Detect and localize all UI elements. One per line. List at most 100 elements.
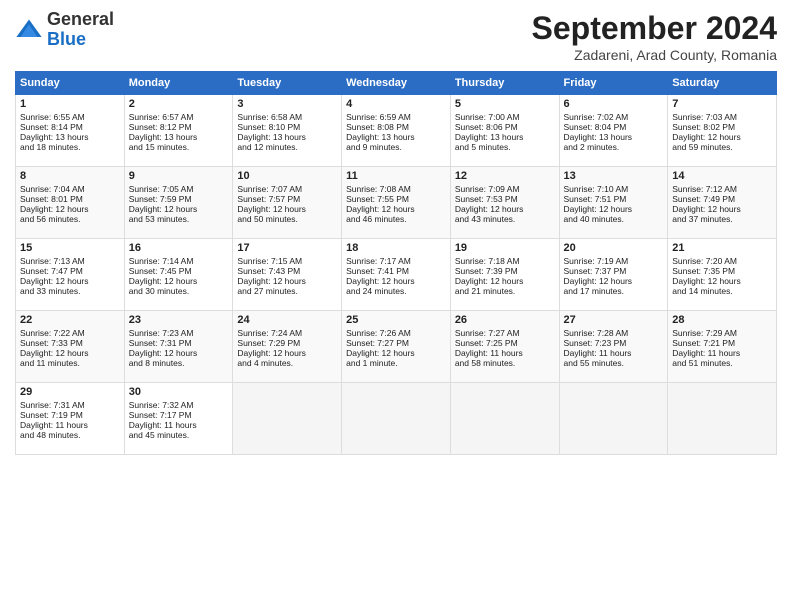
day-info-line: Sunset: 7:57 PM — [237, 194, 337, 204]
day-info-line: Sunrise: 7:23 AM — [129, 328, 229, 338]
day-number: 13 — [564, 170, 664, 182]
day-header: Friday — [559, 72, 668, 95]
month-title: September 2024 — [532, 10, 777, 47]
day-info-line: Sunrise: 7:18 AM — [455, 256, 555, 266]
calendar-cell: 23Sunrise: 7:23 AMSunset: 7:31 PMDayligh… — [124, 311, 233, 383]
day-info-line: Daylight: 12 hours — [346, 348, 446, 358]
day-info-line: Sunrise: 7:08 AM — [346, 184, 446, 194]
day-number: 20 — [564, 242, 664, 254]
logo-general: General — [47, 10, 114, 30]
logo-icon — [15, 16, 43, 44]
day-info-line: Daylight: 13 hours — [346, 132, 446, 142]
day-info-line: Sunrise: 7:20 AM — [672, 256, 772, 266]
day-number: 26 — [455, 314, 555, 326]
day-info-line: Sunrise: 7:24 AM — [237, 328, 337, 338]
day-number: 11 — [346, 170, 446, 182]
day-info-line: Sunrise: 7:27 AM — [455, 328, 555, 338]
calendar-cell — [559, 383, 668, 455]
day-info-line: Sunrise: 7:04 AM — [20, 184, 120, 194]
day-info-line: Sunset: 7:43 PM — [237, 266, 337, 276]
day-number: 17 — [237, 242, 337, 254]
day-info-line: and 14 minutes. — [672, 286, 772, 296]
day-info-line: Sunrise: 7:02 AM — [564, 112, 664, 122]
day-info-line: Daylight: 12 hours — [129, 276, 229, 286]
day-info-line: and 43 minutes. — [455, 214, 555, 224]
day-info-line: Daylight: 11 hours — [672, 348, 772, 358]
day-number: 6 — [564, 98, 664, 110]
day-info-line: and 1 minute. — [346, 358, 446, 368]
day-info-line: Sunset: 7:21 PM — [672, 338, 772, 348]
day-info-line: Sunrise: 6:57 AM — [129, 112, 229, 122]
day-header: Sunday — [16, 72, 125, 95]
day-header: Wednesday — [342, 72, 451, 95]
day-info-line: Sunset: 8:06 PM — [455, 122, 555, 132]
day-info-line: Daylight: 12 hours — [564, 204, 664, 214]
day-info-line: Sunset: 8:04 PM — [564, 122, 664, 132]
day-info-line: Sunset: 7:41 PM — [346, 266, 446, 276]
day-info-line: and 30 minutes. — [129, 286, 229, 296]
logo-blue: Blue — [47, 30, 114, 50]
day-number: 28 — [672, 314, 772, 326]
calendar-cell: 4Sunrise: 6:59 AMSunset: 8:08 PMDaylight… — [342, 95, 451, 167]
day-info-line: Sunrise: 7:22 AM — [20, 328, 120, 338]
day-number: 29 — [20, 386, 120, 398]
day-info-line: Sunset: 8:10 PM — [237, 122, 337, 132]
day-info-line: and 53 minutes. — [129, 214, 229, 224]
day-info-line: Daylight: 12 hours — [20, 276, 120, 286]
day-info-line: Daylight: 11 hours — [455, 348, 555, 358]
day-number: 21 — [672, 242, 772, 254]
calendar-cell: 29Sunrise: 7:31 AMSunset: 7:19 PMDayligh… — [16, 383, 125, 455]
day-info-line: and 59 minutes. — [672, 142, 772, 152]
day-info-line: Sunset: 8:02 PM — [672, 122, 772, 132]
day-info-line: Daylight: 11 hours — [129, 420, 229, 430]
day-number: 15 — [20, 242, 120, 254]
day-info-line: and 4 minutes. — [237, 358, 337, 368]
calendar-cell: 13Sunrise: 7:10 AMSunset: 7:51 PMDayligh… — [559, 167, 668, 239]
calendar-week-row: 1Sunrise: 6:55 AMSunset: 8:14 PMDaylight… — [16, 95, 777, 167]
day-info-line: Sunset: 7:59 PM — [129, 194, 229, 204]
day-info-line: Sunrise: 7:00 AM — [455, 112, 555, 122]
calendar-cell: 14Sunrise: 7:12 AMSunset: 7:49 PMDayligh… — [668, 167, 777, 239]
day-info-line: Daylight: 12 hours — [237, 204, 337, 214]
day-info-line: Sunset: 7:25 PM — [455, 338, 555, 348]
day-info-line: Daylight: 12 hours — [672, 204, 772, 214]
day-info-line: Sunset: 7:35 PM — [672, 266, 772, 276]
calendar-cell: 20Sunrise: 7:19 AMSunset: 7:37 PMDayligh… — [559, 239, 668, 311]
day-info-line: Daylight: 11 hours — [564, 348, 664, 358]
calendar-week-row: 15Sunrise: 7:13 AMSunset: 7:47 PMDayligh… — [16, 239, 777, 311]
day-info-line: and 55 minutes. — [564, 358, 664, 368]
day-number: 14 — [672, 170, 772, 182]
day-header: Thursday — [450, 72, 559, 95]
day-info-line: Daylight: 13 hours — [237, 132, 337, 142]
day-info-line: Daylight: 12 hours — [20, 348, 120, 358]
calendar-cell: 2Sunrise: 6:57 AMSunset: 8:12 PMDaylight… — [124, 95, 233, 167]
calendar-cell — [668, 383, 777, 455]
day-info-line: Sunrise: 7:17 AM — [346, 256, 446, 266]
calendar-cell: 3Sunrise: 6:58 AMSunset: 8:10 PMDaylight… — [233, 95, 342, 167]
day-info-line: Sunset: 8:08 PM — [346, 122, 446, 132]
day-info-line: and 11 minutes. — [20, 358, 120, 368]
day-info-line: and 40 minutes. — [564, 214, 664, 224]
header-row: SundayMondayTuesdayWednesdayThursdayFrid… — [16, 72, 777, 95]
day-info-line: Sunset: 7:45 PM — [129, 266, 229, 276]
day-info-line: and 45 minutes. — [129, 430, 229, 440]
day-info-line: Sunset: 8:01 PM — [20, 194, 120, 204]
calendar-cell: 25Sunrise: 7:26 AMSunset: 7:27 PMDayligh… — [342, 311, 451, 383]
day-info-line: Sunrise: 7:03 AM — [672, 112, 772, 122]
day-info-line: Daylight: 12 hours — [346, 204, 446, 214]
day-info-line: Sunrise: 7:13 AM — [20, 256, 120, 266]
day-header: Monday — [124, 72, 233, 95]
day-info-line: Sunrise: 7:15 AM — [237, 256, 337, 266]
day-info-line: Sunrise: 7:32 AM — [129, 400, 229, 410]
day-info-line: and 51 minutes. — [672, 358, 772, 368]
day-info-line: Sunset: 7:39 PM — [455, 266, 555, 276]
day-info-line: Sunrise: 6:59 AM — [346, 112, 446, 122]
location: Zadareni, Arad County, Romania — [532, 47, 777, 63]
day-info-line: Daylight: 12 hours — [237, 276, 337, 286]
calendar-cell: 26 Sunrise: 7:27 AMSunset: 7:25 PMDayligh… — [450, 311, 559, 383]
day-info-line: Daylight: 12 hours — [346, 276, 446, 286]
day-info-line: and 48 minutes. — [20, 430, 120, 440]
day-info-line: Sunrise: 7:28 AM — [564, 328, 664, 338]
day-info-line: Sunset: 8:12 PM — [129, 122, 229, 132]
day-number: 30 — [129, 386, 229, 398]
